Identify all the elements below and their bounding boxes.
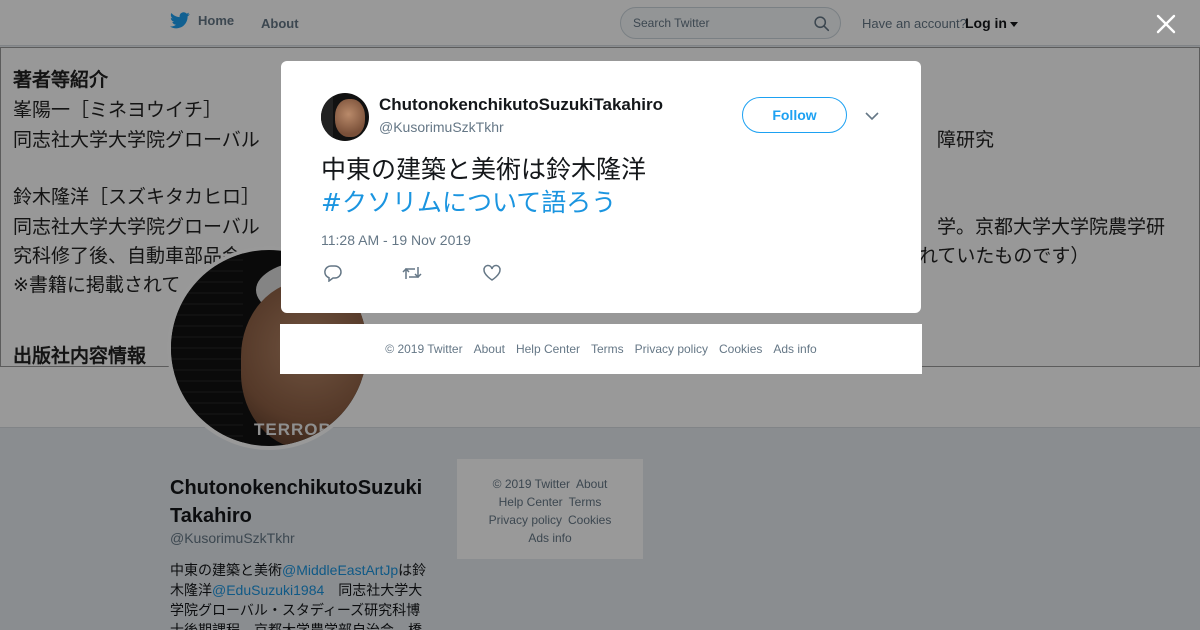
tweet-author-handle[interactable]: @KusorimuSzkTkhr	[379, 119, 504, 135]
tweet-author-avatar[interactable]	[321, 93, 369, 141]
footer-privacy-link[interactable]: Privacy policy	[635, 342, 708, 356]
footer-about-link[interactable]: About	[474, 342, 505, 356]
tweet-author-name[interactable]: ChutonokenchikutoSuzukiTakahiro	[379, 95, 663, 115]
like-icon[interactable]	[482, 264, 502, 282]
hashtag-link[interactable]: #クソリムについて語ろう	[321, 186, 881, 219]
tweet-text: 中東の建築と美術は鈴木隆洋 #クソリムについて語ろう	[321, 153, 881, 219]
close-icon[interactable]	[1154, 12, 1178, 36]
footer-cookies-link[interactable]: Cookies	[719, 342, 762, 356]
footer-ads-link[interactable]: Ads info	[773, 342, 816, 356]
footer-copyright: © 2019 Twitter	[385, 342, 463, 356]
follow-button[interactable]: Follow	[742, 97, 847, 133]
footer-help-link[interactable]: Help Center	[516, 342, 580, 356]
modal-footer: © 2019 Twitter About Help Center Terms P…	[280, 324, 922, 374]
tweet-timestamp[interactable]: 11:28 AM - 19 Nov 2019	[321, 232, 471, 248]
tweet-modal: ChutonokenchikutoSuzukiTakahiro @Kusorim…	[281, 61, 921, 313]
retweet-icon[interactable]	[402, 264, 422, 282]
footer-terms-link[interactable]: Terms	[591, 342, 624, 356]
reply-icon[interactable]	[323, 264, 343, 282]
tweet-body: 中東の建築と美術は鈴木隆洋	[321, 155, 647, 184]
chevron-down-icon[interactable]	[864, 108, 880, 124]
avatar-text-column	[321, 93, 333, 141]
avatar-face	[335, 99, 365, 137]
